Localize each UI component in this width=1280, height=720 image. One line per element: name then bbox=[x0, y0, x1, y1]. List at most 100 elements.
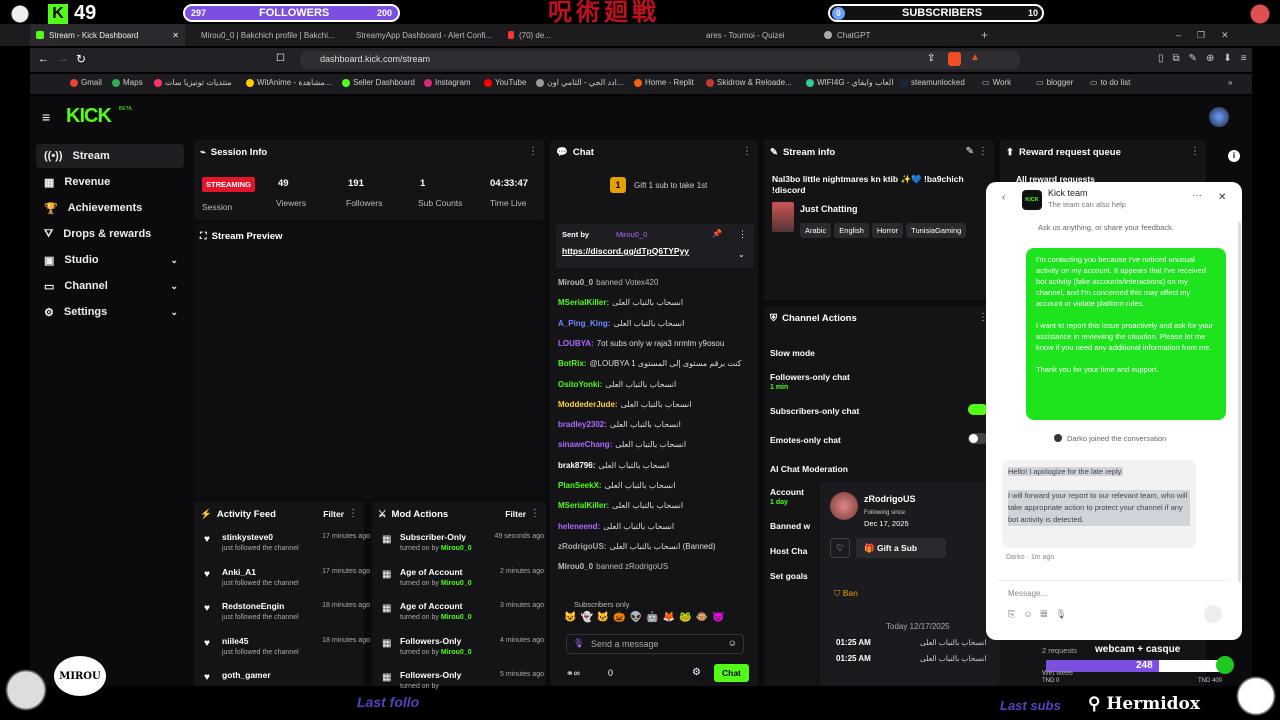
info-icon[interactable]: i bbox=[1228, 150, 1240, 162]
chat-username[interactable]: PlanSeekX: bbox=[558, 481, 602, 490]
kick-logo[interactable]: KICK bbox=[66, 105, 112, 128]
mod-action-item[interactable]: ▦ Age of Account turned on by Mirou0_0 2 mi… bbox=[378, 567, 544, 599]
ai-moderation-row[interactable]: AI Chat Moderation bbox=[770, 464, 848, 474]
bookmark-seller-dashboard[interactable]: Seller Dashboard bbox=[342, 78, 415, 87]
share-icon[interactable]: ⇪ bbox=[927, 53, 935, 64]
chat-username[interactable]: MSerialKiller: bbox=[558, 501, 609, 510]
sidebar-item-stream[interactable]: ((•)) Stream bbox=[36, 144, 184, 168]
banned-words-row[interactable]: Banned w bbox=[770, 521, 810, 531]
chat-system-message[interactable]: Mirou0_0 banned Votex420 bbox=[558, 278, 658, 287]
chat-message[interactable]: zRodrigoUS: انسحاب بالتباب العلى (Banned) bbox=[558, 542, 715, 551]
activity-item[interactable]: ♥ stinkysteve0 just followed the channel 17… bbox=[200, 532, 370, 564]
ban-button[interactable]: ⛉ Ban bbox=[834, 588, 858, 599]
chat-username[interactable]: sinaweChang: bbox=[558, 440, 612, 449]
bookmark-arabic-site[interactable]: ادد الجي - الثامي اون... bbox=[536, 78, 624, 87]
tag-chip[interactable]: Horror bbox=[871, 223, 904, 238]
close-icon[interactable]: ✕ bbox=[1218, 192, 1226, 203]
chat-username[interactable]: brak8796: bbox=[558, 461, 595, 470]
more-options-icon[interactable]: ⋮ bbox=[978, 146, 988, 157]
link-icon[interactable]: ⚭∞ bbox=[566, 668, 580, 679]
subs-only-toggle[interactable] bbox=[968, 404, 988, 415]
maximize-icon[interactable]: ❐ bbox=[1197, 30, 1205, 41]
chat-message[interactable]: OsitoYonki: انسحاب بالتباب العلى bbox=[558, 380, 676, 389]
more-options-icon[interactable]: ⋮ bbox=[528, 146, 538, 157]
more-options-icon[interactable]: ⋮ bbox=[1190, 146, 1200, 157]
send-chat-button[interactable]: Chat bbox=[714, 664, 749, 682]
emoji-icon[interactable]: ☺ bbox=[728, 638, 737, 648]
pinned-link[interactable]: https://discord.gg/dTpQ6TYPyy bbox=[562, 246, 689, 256]
mod-action-item[interactable]: ▦ Subscriber-Only turned on by Mirou0_0 49 … bbox=[378, 532, 544, 564]
close-icon[interactable]: ✕ bbox=[172, 31, 179, 40]
chat-username[interactable]: A_Ping_King: bbox=[558, 319, 610, 328]
chat-message[interactable]: bradley2302: انسحاب بالتباب العلى bbox=[558, 420, 681, 429]
chat-username[interactable]: Mirou0_0 bbox=[558, 562, 593, 571]
bookmark-replit[interactable]: Home - Replit bbox=[634, 78, 694, 87]
bookmark-folder-blogger[interactable]: ▭ blogger bbox=[1036, 78, 1073, 87]
pin-icon[interactable]: 📌 bbox=[712, 229, 722, 238]
pinned-message[interactable]: Sent by Mirou0_0 📌 ⋮ https://discord.gg/… bbox=[556, 224, 754, 268]
mod-action-item[interactable]: ▦ Followers-Only turned on by Mirou0_0 4 mi… bbox=[378, 636, 544, 668]
chevron-down-icon[interactable]: ⌄ bbox=[738, 250, 745, 259]
bookmark-tunisia-sat[interactable]: منتديات تونيزيا سات bbox=[154, 78, 232, 87]
chat-message[interactable]: MSerialKiller: انسحاب بالتباب العلى bbox=[558, 501, 683, 510]
follow-heart-button[interactable]: ♡ bbox=[830, 538, 850, 558]
filter-button[interactable]: Filter bbox=[505, 509, 526, 519]
new-tab-button[interactable]: + bbox=[975, 24, 993, 46]
chat-username[interactable]: heleneend: bbox=[558, 522, 600, 531]
chat-username[interactable]: OsitoYonki: bbox=[558, 380, 602, 389]
bookmark-youtube[interactable]: YouTube bbox=[484, 78, 526, 87]
bookmark-folder-todo[interactable]: ▭ to do list bbox=[1090, 78, 1130, 87]
activity-item[interactable]: ♥ niile45 just followed the channel 18 minu… bbox=[200, 636, 370, 668]
close-window-icon[interactable]: ✕ bbox=[1221, 30, 1229, 41]
tag-chip[interactable]: English bbox=[834, 223, 869, 238]
minimize-icon[interactable]: – bbox=[1176, 30, 1181, 40]
more-options-icon[interactable]: ⋮ bbox=[738, 229, 747, 240]
message-input[interactable]: Message... ⎘☺▦🎙 bbox=[998, 580, 1230, 628]
reload-icon[interactable]: ↻ bbox=[76, 52, 86, 66]
tab-youtube[interactable]: (70) de... bbox=[502, 24, 557, 46]
tag-chip[interactable]: TunisiaGaming bbox=[906, 223, 967, 238]
filter-button[interactable]: Filter bbox=[323, 509, 344, 519]
sidebar-item-drops[interactable]: ⛛ Drops & rewards bbox=[36, 222, 184, 246]
subs-only-row[interactable]: Subscribers-only chat bbox=[770, 406, 859, 416]
tab-kick-dashboard[interactable]: Stream - Kick Dashboard ✕ bbox=[30, 24, 185, 46]
account-age-row[interactable]: Account bbox=[770, 487, 804, 497]
activity-item[interactable]: ♥ Anki_A1 just followed the channel 17 minu… bbox=[200, 567, 370, 599]
edit-icon[interactable]: ✎ bbox=[966, 146, 974, 157]
bookmark-steamunlocked[interactable]: steamunlocked bbox=[900, 78, 965, 87]
chat-message[interactable]: BotRix: @LOUBYA كنت برقم مستوى إلى المستو… bbox=[558, 359, 741, 368]
category-name[interactable]: Just Chatting bbox=[800, 204, 858, 214]
tab-quizei[interactable]: ares - Tournoi - Quizei bbox=[700, 24, 810, 46]
slow-mode-row[interactable]: Slow mode bbox=[770, 348, 815, 358]
chat-username[interactable]: LOUBYA: bbox=[558, 339, 594, 348]
sidebar-item-studio[interactable]: ▣ Studio ⌄ bbox=[36, 248, 184, 272]
bookmark-gmail[interactable]: Gmail bbox=[70, 78, 102, 87]
tab-bakchich[interactable]: Mirou0_0 | Bakchich profile | Bakchi... bbox=[190, 24, 335, 46]
more-options-icon[interactable]: ⋮ bbox=[530, 508, 540, 519]
chat-username[interactable]: zRodrigoUS: bbox=[558, 542, 606, 551]
sidebar-item-achievements[interactable]: 🏆 Achievements bbox=[36, 196, 184, 220]
more-options-icon[interactable]: ⋮ bbox=[742, 146, 752, 157]
forward-icon[interactable]: → bbox=[58, 53, 69, 65]
tag-chip[interactable]: Arabic bbox=[800, 223, 832, 238]
url-field[interactable]: dashboard.kick.com/stream bbox=[300, 51, 1020, 69]
sidebar-item-revenue[interactable]: ▦ Revenue bbox=[36, 170, 184, 194]
host-chat-row[interactable]: Host Cha bbox=[770, 546, 807, 556]
chat-message[interactable]: A_Ping_King: انسحاب بالتباب العلى bbox=[558, 319, 684, 328]
chat-message[interactable]: heleneend: انسحاب بالتباب العلى bbox=[558, 522, 674, 531]
bookmark-instagram[interactable]: Instagram bbox=[424, 78, 471, 87]
activity-item[interactable]: ♥ RedstoneEngin just followed the channel 1… bbox=[200, 601, 370, 633]
chat-message[interactable]: PlanSeekX: انسحاب بالتباب العلى bbox=[558, 481, 675, 490]
chat-username[interactable]: bradley2302: bbox=[558, 420, 607, 429]
tab-streamyapp[interactable]: StreamyApp Dashboard - Alert Confi... bbox=[345, 24, 495, 46]
chat-username[interactable]: Mirou0_0 bbox=[558, 278, 593, 287]
gift-sub-text[interactable]: Gift 1 sub to take 1st bbox=[634, 181, 707, 190]
bookmarks-overflow-icon[interactable]: » bbox=[1228, 78, 1232, 87]
followers-only-row[interactable]: Followers-only chat bbox=[770, 372, 850, 382]
mod-action-item[interactable]: ▦ Age of Account turned on by Mirou0_0 3 mi… bbox=[378, 601, 544, 633]
chat-system-message[interactable]: Mirou0_0 banned zRodrigoUS bbox=[558, 562, 668, 571]
back-icon[interactable]: ‹ bbox=[1002, 192, 1005, 203]
chat-username[interactable]: BotRix: bbox=[558, 359, 586, 368]
emotes-only-toggle[interactable] bbox=[968, 433, 988, 444]
gift-sub-button[interactable]: 🎁 Gift a Sub bbox=[856, 538, 946, 558]
